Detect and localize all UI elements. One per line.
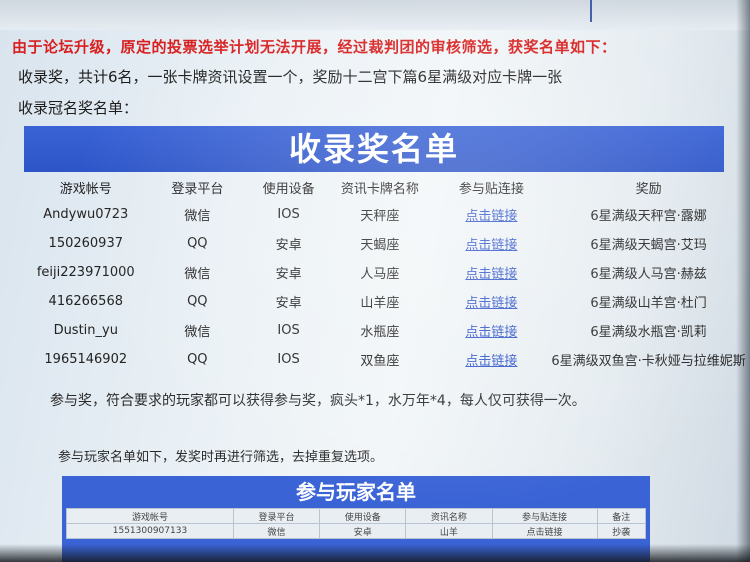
col-header-card: 资讯名称 <box>405 508 493 524</box>
cell-device: 安卓 <box>275 238 302 253</box>
col-header-link: 参与贴连接 <box>458 181 524 197</box>
cell-reward: 6星满级山羊宫·杜门 <box>590 296 707 311</box>
cell-device: IOS <box>277 352 300 367</box>
announcement-headline: 由于论坛升级，原定的投票选举计划无法开展，经过裁判团的审核筛选，获奖名单如下： <box>12 38 617 56</box>
post-link[interactable]: 点击链接 <box>465 296 517 311</box>
cell-link[interactable]: 点击链接 <box>491 523 598 539</box>
col-header-device: 使用设备 <box>262 181 315 197</box>
cell-platform: 微信 <box>184 209 211 224</box>
cell-remark: 抄袭 <box>596 523 647 539</box>
table-row: Dustin_yu 微信 IOS 水瓶座 点击链接 6星满级水瓶宫·凯莉 <box>30 316 750 345</box>
cell-platform: 微信 <box>184 325 211 340</box>
col-header-reward: 奖励 <box>635 181 662 197</box>
monitor-bezel-right <box>736 0 750 562</box>
post-link[interactable]: 点击链接 <box>465 238 517 253</box>
table-row: 1965146902 QQ IOS 双鱼座 点击链接 6星满级双鱼宫·卡秋娅与拉… <box>30 345 750 374</box>
cell-link: 点击链接 <box>436 200 548 229</box>
cell-platform: QQ <box>187 236 208 251</box>
cell-link: 点击链接 <box>436 345 548 374</box>
strip-divider <box>590 0 592 22</box>
monitor-bezel-bottom <box>0 544 750 562</box>
cell-device: IOS <box>277 207 300 222</box>
award-table-header: 游戏帐号 登录平台 使用设备 资讯卡牌名称 参与贴连接 奖励 <box>30 174 750 200</box>
post-link[interactable]: 点击链接 <box>465 267 517 282</box>
table-row: 416266568 QQ 安卓 山羊座 点击链接 6星满级山羊宫·杜门 <box>30 287 750 316</box>
col-header-platform: 登录平台 <box>232 508 321 524</box>
cell-card: 天秤座 <box>360 209 400 224</box>
post-link[interactable]: 点击链接 <box>465 325 517 340</box>
cell-link: 点击链接 <box>436 287 548 316</box>
table-row: 1551300907133 微信 安卓 山羊 点击链接 抄袭 <box>66 523 647 539</box>
cell-card: 人马座 <box>360 267 400 282</box>
player-table: 游戏帐号 登录平台 使用设备 资讯名称 参与贴连接 备注 15513009071… <box>66 508 647 539</box>
cell-device: 安卓 <box>275 296 302 311</box>
cell-platform: QQ <box>187 352 208 367</box>
post-link[interactable]: 点击链接 <box>465 209 517 224</box>
col-header-link: 参与贴连接 <box>491 508 598 524</box>
cell-link: 点击链接 <box>436 316 548 345</box>
cell-device: 安卓 <box>275 267 302 282</box>
cell-device: 安卓 <box>319 523 407 539</box>
col-header-account: 游戏帐号 <box>59 181 112 197</box>
award-table-title: 收录奖名单 <box>24 126 724 172</box>
cell-card: 山羊 <box>405 523 493 539</box>
cell-link: 点击链接 <box>436 229 548 258</box>
col-header-card: 资讯卡牌名称 <box>340 181 419 197</box>
cell-card: 天蝎座 <box>360 238 400 253</box>
cell-reward: 6星满级天秤宫·露娜 <box>590 209 707 224</box>
cell-link: 点击链接 <box>436 258 548 287</box>
cell-platform: 微信 <box>232 523 321 539</box>
col-header-account: 游戏帐号 <box>66 508 234 524</box>
award-table: 游戏帐号 登录平台 使用设备 资讯卡牌名称 参与贴连接 奖励 Andywu072… <box>30 174 750 374</box>
participation-note: 参与奖，符合要求的玩家都可以获得参与奖，疯头*1，水万年*4，每人仅可获得一次。 <box>50 393 586 409</box>
award-description: 收录奖，共计6名，一张卡牌资讯设置一个，奖励十二宫下篇6星满级对应卡牌一张 <box>18 68 563 86</box>
cell-reward: 6星满级天蝎宫·艾玛 <box>590 238 707 253</box>
cell-account: 1965146902 <box>44 352 128 367</box>
cell-card: 水瓶座 <box>360 325 400 340</box>
cell-account: Andywu0723 <box>43 207 129 222</box>
award-list-label: 收录冠名奖名单： <box>18 99 139 117</box>
player-list-intro: 参与玩家名单如下，发奖时再进行筛选，去掉重复选项。 <box>58 450 384 465</box>
cell-card: 双鱼座 <box>360 354 400 369</box>
cell-card: 山羊座 <box>360 296 400 311</box>
cell-reward: 6星满级双鱼宫·卡秋娅与拉维妮斯 <box>551 354 746 369</box>
table-row: 150260937 QQ 安卓 天蝎座 点击链接 6星满级天蝎宫·艾玛 <box>30 229 750 258</box>
cell-device: IOS <box>277 323 300 338</box>
table-row: feiji223971000 微信 安卓 人马座 点击链接 6星满级人马宫·赫兹 <box>30 258 750 287</box>
cell-platform: 微信 <box>184 267 211 282</box>
cell-account: Dustin_yu <box>53 323 118 338</box>
col-header-device: 使用设备 <box>319 508 407 524</box>
cell-account: 416266568 <box>48 294 123 309</box>
cell-account: 150260937 <box>48 236 123 251</box>
player-table-title: 参与玩家名单 <box>296 480 416 504</box>
table-row: Andywu0723 微信 IOS 天秤座 点击链接 6星满级天秤宫·露娜 <box>30 200 750 229</box>
post-link[interactable]: 点击链接 <box>465 354 517 369</box>
cell-reward: 6星满级水瓶宫·凯莉 <box>590 325 707 340</box>
cell-platform: QQ <box>187 294 208 309</box>
cell-reward: 6星满级人马宫·赫兹 <box>590 267 707 282</box>
monitor-screen: 由于论坛升级，原定的投票选举计划无法开展，经过裁判团的审核筛选，获奖名单如下： … <box>0 0 750 562</box>
player-table-header: 游戏帐号 登录平台 使用设备 资讯名称 参与贴连接 备注 <box>66 508 647 524</box>
col-header-remark: 备注 <box>596 508 647 524</box>
cell-account: feiji223971000 <box>36 265 135 280</box>
top-window-strip <box>0 0 750 30</box>
cell-account: 1551300907133 <box>66 523 234 539</box>
col-header-platform: 登录平台 <box>171 181 224 197</box>
